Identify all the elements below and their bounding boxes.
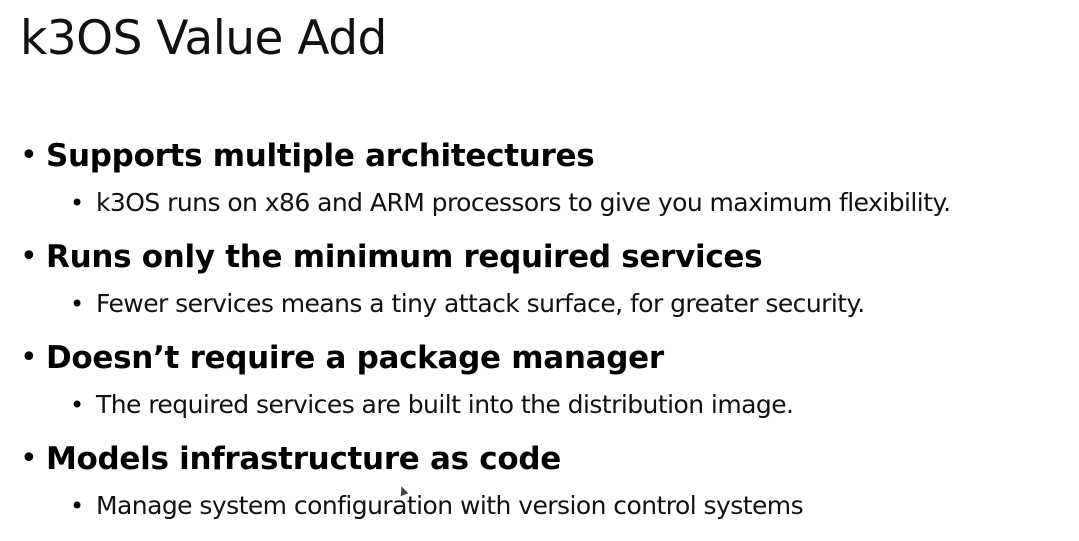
sub-bullet-text: k3OS runs on x86 and ARM processors to g… [96, 188, 951, 217]
bullet-list: • Supports multiple architectures • k3OS… [0, 134, 1079, 538]
sub-bullet-text: The required services are built into the… [96, 390, 794, 419]
bullet-dot-icon: • [20, 340, 38, 375]
bullet-heading: • Supports multiple architectures [20, 134, 595, 178]
bullet-dot-icon: • [20, 239, 38, 274]
sub-bullet: • Manage system configuration with versi… [70, 487, 804, 525]
bullet-heading-text: Supports multiple architectures [46, 138, 595, 174]
bullet-heading: • Models infrastructure as code [20, 437, 561, 481]
sub-bullet-dot-icon: • [70, 290, 85, 318]
sub-bullet-text: Fewer services means a tiny attack surfa… [96, 289, 865, 318]
sub-bullet: • k3OS runs on x86 and ARM processors to… [70, 184, 951, 222]
sub-bullet-text: Manage system configuration with version… [96, 491, 804, 520]
bullet-dot-icon: • [20, 138, 38, 173]
bullet-item: • Runs only the minimum required service… [0, 235, 1079, 336]
sub-bullet-dot-icon: • [70, 391, 85, 419]
bullet-heading-text: Doesn’t require a package manager [46, 340, 664, 376]
sub-bullet-dot-icon: • [70, 189, 85, 217]
bullet-item: • Supports multiple architectures • k3OS… [0, 134, 1079, 235]
sub-bullet: • The required services are built into t… [70, 386, 794, 424]
bullet-item: • Doesn’t require a package manager • Th… [0, 336, 1079, 437]
bullet-heading-text: Runs only the minimum required services [46, 239, 763, 275]
bullet-heading: • Runs only the minimum required service… [20, 235, 763, 279]
sub-bullet-dot-icon: • [70, 492, 85, 520]
sub-bullet: • Fewer services means a tiny attack sur… [70, 285, 865, 323]
slide: k3OS Value Add • Supports multiple archi… [0, 0, 1079, 541]
bullet-heading-text: Models infrastructure as code [46, 441, 561, 477]
slide-title: k3OS Value Add [20, 11, 387, 66]
bullet-item: • Models infrastructure as code • Manage… [0, 437, 1079, 538]
bullet-heading: • Doesn’t require a package manager [20, 336, 664, 380]
bullet-dot-icon: • [20, 441, 38, 476]
